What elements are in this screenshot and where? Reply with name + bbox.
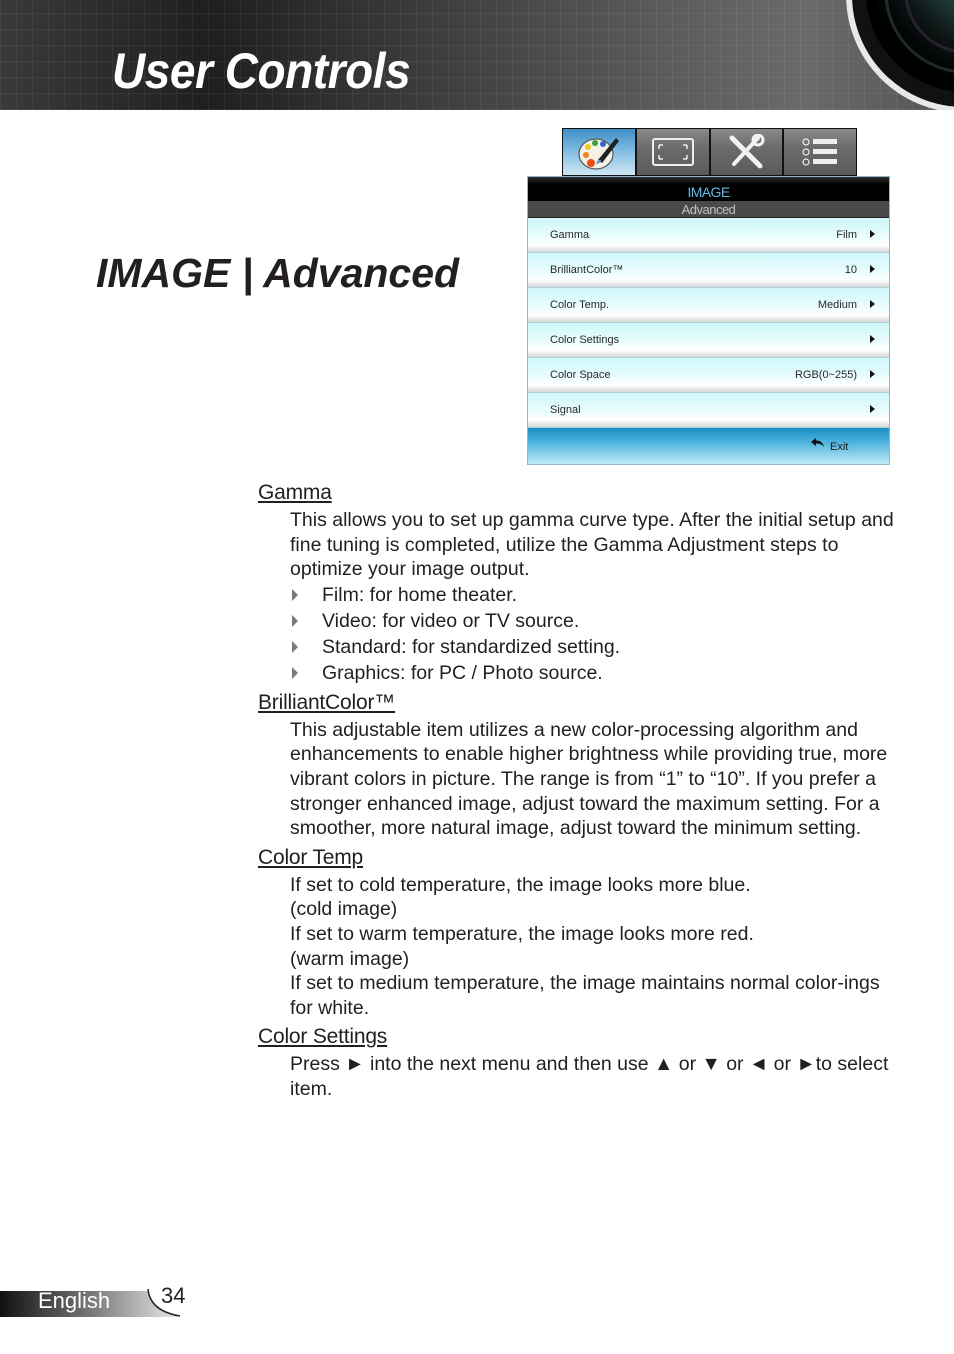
- page-header-title: User Controls: [112, 43, 411, 99]
- osd-row-label: Gamma: [550, 229, 590, 241]
- list-item: Graphics: for PC / Photo source.: [290, 660, 898, 686]
- section-title: IMAGE | Advanced: [96, 250, 460, 296]
- osd-row-signal[interactable]: Signal: [528, 393, 889, 428]
- list-item-text: Graphics: for PC / Photo source.: [322, 661, 603, 684]
- list-item-text: Film: for home theater.: [322, 583, 518, 606]
- list-item: Standard: for standardized setting.: [290, 634, 898, 660]
- osd-tab-display[interactable]: [636, 129, 711, 175]
- list-item: Film: for home theater.: [290, 582, 898, 608]
- section-color-temp: Color Temp If set to cold temperature, t…: [258, 843, 898, 1021]
- osd-menu: IMAGE Advanced Gamma Film BrilliantColor…: [527, 176, 890, 465]
- osd-row-label: Signal: [550, 404, 581, 416]
- list-item-text: Standard: for standardized setting.: [322, 635, 621, 658]
- manual-content: Gamma This allows you to set up gamma cu…: [258, 478, 898, 1104]
- color-temp-line: (cold image): [290, 898, 398, 921]
- return-arrow-icon: [811, 438, 824, 447]
- osd-row-value: RGB(0~255): [794, 369, 857, 381]
- color-temp-line: (warm image): [290, 947, 410, 970]
- osd-row-color-temp[interactable]: Color Temp. Medium: [528, 288, 889, 323]
- heading-brilliantcolor: BrilliantColor™: [258, 690, 396, 714]
- header-banner: User Controls: [0, 0, 954, 110]
- color-temp-line: If set to warm temperature, the image lo…: [290, 922, 754, 945]
- heading-gamma: Gamma: [258, 481, 332, 504]
- osd-row-label: Color Space: [550, 369, 611, 381]
- arrow-right-icon: [870, 405, 875, 413]
- arrow-right-icon: [870, 335, 875, 343]
- list-item-text: Video: for video or TV source.: [322, 609, 580, 632]
- tools-icon: [729, 134, 765, 169]
- heading-color-settings: Color Settings: [258, 1025, 388, 1049]
- screen-frame-icon: [651, 138, 694, 166]
- arrow-right-icon: [870, 230, 875, 238]
- bullet-arrow-icon: [292, 588, 298, 601]
- osd-tab-setup[interactable]: [710, 129, 785, 175]
- osd-row-label: BrilliantColor™: [550, 264, 624, 276]
- list-icon: [802, 138, 838, 166]
- section-color-settings: Color Settings Press ► into the next men…: [258, 1022, 898, 1101]
- osd-row-gamma[interactable]: Gamma Film: [528, 218, 889, 253]
- brilliantcolor-description: This adjustable item utilizes a new colo…: [290, 718, 888, 840]
- footer-language: English: [38, 1288, 111, 1313]
- osd-menu-title: IMAGE: [528, 177, 889, 201]
- bullet-arrow-icon: [292, 666, 298, 679]
- osd-row-value: 10: [844, 264, 857, 276]
- bullet-arrow-icon: [292, 640, 298, 653]
- arrow-right-icon: [870, 370, 875, 378]
- osd-row-label: Color Settings: [550, 334, 620, 346]
- color-settings-description: Press ► into the next menu and then use …: [290, 1053, 889, 1100]
- osd-row-brilliantcolor[interactable]: BrilliantColor™ 10: [528, 253, 889, 288]
- section-brilliantcolor: BrilliantColor™ This adjustable item uti…: [258, 688, 898, 841]
- heading-color-temp: Color Temp: [258, 845, 363, 869]
- gamma-options-list: Film: for home theater. Video: for video…: [258, 582, 898, 686]
- osd-row-color-settings[interactable]: Color Settings: [528, 323, 889, 358]
- osd-footer: Exit: [528, 428, 889, 464]
- arrow-right-icon: [870, 265, 875, 273]
- arrow-right-icon: [870, 300, 875, 308]
- section-gamma: Gamma This allows you to set up gamma cu…: [258, 478, 898, 686]
- osd-tab-image[interactable]: [563, 129, 637, 175]
- osd-row-value: Medium: [817, 299, 857, 311]
- osd-row-color-space[interactable]: Color Space RGB(0~255): [528, 358, 889, 393]
- osd-row-label: Color Temp.: [550, 299, 610, 311]
- list-item: Video: for video or TV source.: [290, 608, 898, 634]
- osd-row-value: Film: [836, 229, 857, 241]
- projector-lens-image: [846, 0, 954, 110]
- osd-tab-bar: [562, 128, 857, 176]
- bullet-arrow-icon: [292, 614, 298, 627]
- color-temp-line: If set to cold temperature, the image lo…: [290, 873, 751, 896]
- osd-tab-options[interactable]: [784, 129, 856, 175]
- gamma-description: This allows you to set up gamma curve ty…: [290, 509, 894, 581]
- color-temp-line: If set to medium temperature, the image …: [290, 972, 880, 1019]
- osd-submenu-title: Advanced: [528, 201, 889, 218]
- page-number: 34: [161, 1283, 186, 1308]
- exit-button[interactable]: Exit: [830, 441, 848, 453]
- palette-icon: [578, 138, 619, 170]
